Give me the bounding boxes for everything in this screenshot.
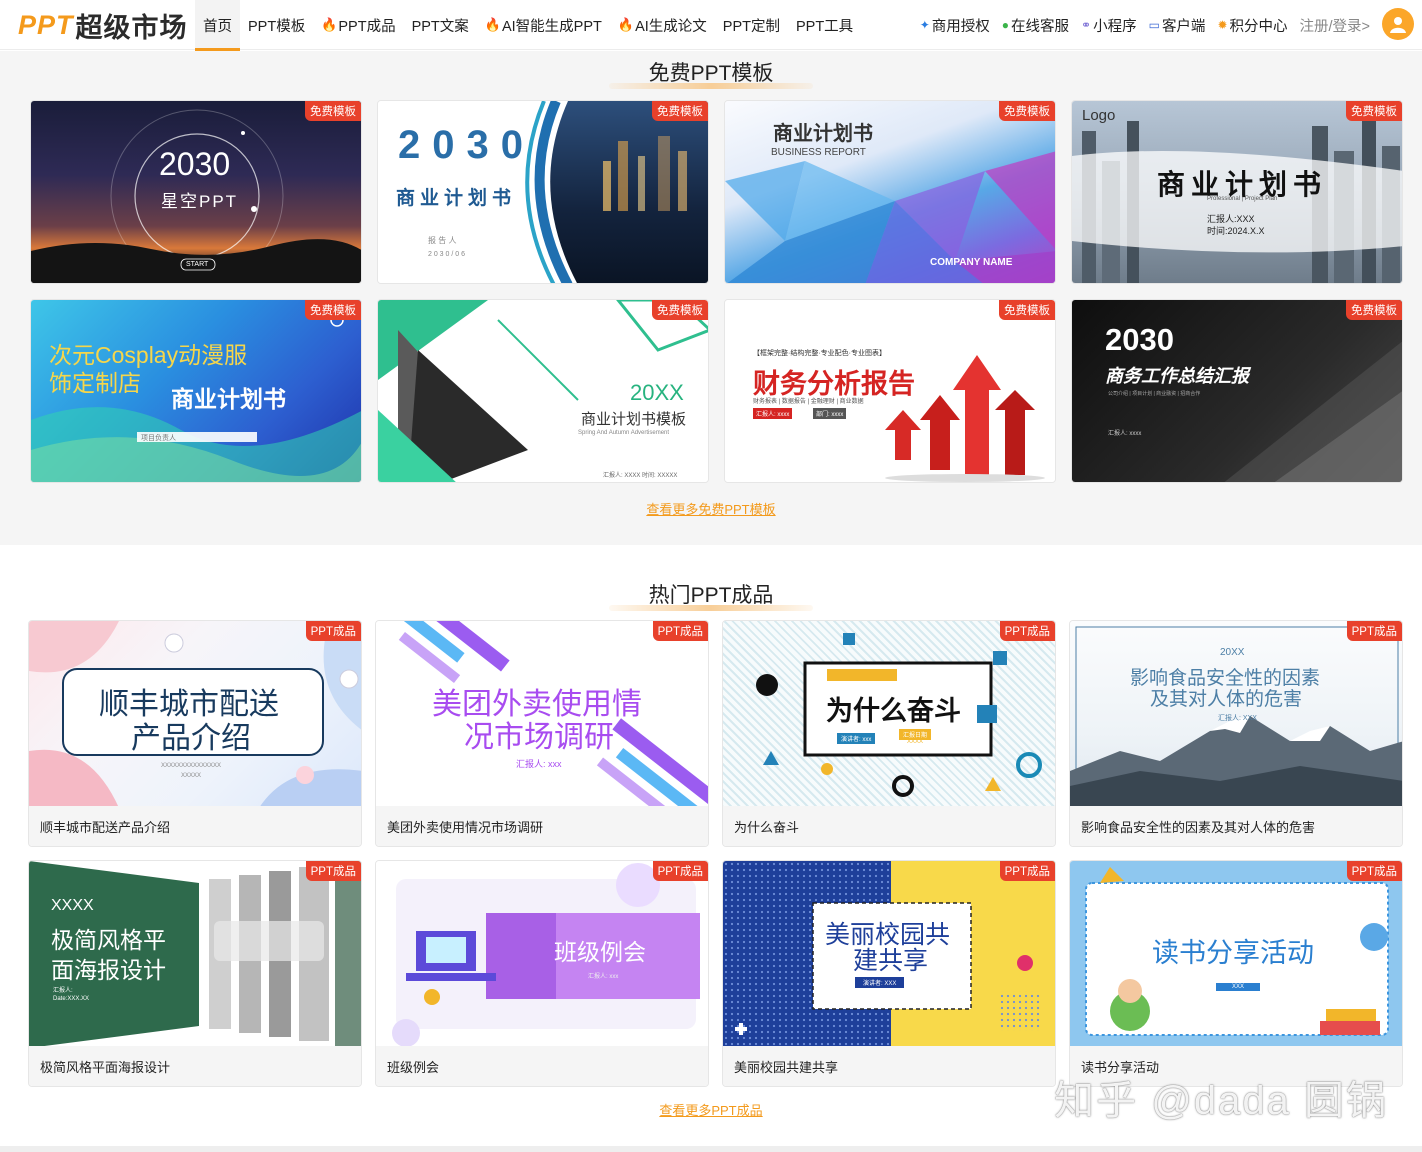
gear-icon: ✹ [1217,18,1228,32]
free-section-title: 免费PPT模板 [0,57,1422,89]
hot-section-title: 热门PPT成品 [0,579,1422,611]
free-badge: 免费模板 [999,300,1055,320]
product-thumbnail: 班级例会 汇报人: xxx [376,861,708,1048]
commercial-license-link[interactable]: ✦ 商用授权 [914,15,996,36]
product-thumbnail: XXXX 极简风格平 面海报设计 汇报人: Date:XXX.XX [29,861,361,1048]
product-badge: PPT成品 [305,621,361,641]
hot-products-section: 热门PPT成品 顺丰城市配送 产品介绍 XXXXXXXXXXXXXXX XXXX… [0,545,1422,1152]
product-thumbnail: 美丽校园共 建共享 演讲者: XXX [723,861,1055,1048]
product-thumbnail: 顺丰城市配送 产品介绍 XXXXXXXXXXXXXXX XXXXX [29,621,361,808]
top-header: PPT 超级市场 首页 PPT模板 🔥 PPT成品 PPT文案 🔥 AI智能生成PPT… [0,0,1422,51]
free-badge: 免费模板 [305,101,361,121]
mini-program-link[interactable]: ⚭ 小程序 [1075,15,1143,36]
desktop-icon: ▭ [1148,18,1160,32]
nav-item-ppt-tools[interactable]: PPT工具 [788,0,861,50]
fire-icon: 🔥 [321,17,338,32]
product-caption: 班级例会 [376,1046,708,1086]
template-thumbnail: 20XX 商业计划书模板 Spring And Autumn Advertise… [378,300,708,482]
bottom-divider [0,1146,1422,1152]
template-thumbnail: 2030 商务工作总结汇报 公司介绍 | 项目计划 | 商业融资 | 招商合作 … [1072,300,1402,482]
free-template-card[interactable]: 次元Cosplay动漫服 饰定制店 商业计划书 项目负责人 免费模板 [30,299,362,483]
online-service-link[interactable]: ● 在线客服 [996,15,1075,36]
free-badge: 免费模板 [999,101,1055,121]
product-thumbnail: 读书分享活动 XXX [1070,861,1402,1048]
product-thumbnail: 美团外卖使用情 况市场调研 汇报人: xxx [376,621,708,808]
template-thumbnail: 【框架完整·结构完整·专业配色·专业图表】 财务分析报告 财务报表 | 数据报告… [725,300,1055,482]
ppt-product-card[interactable]: 顺丰城市配送 产品介绍 XXXXXXXXXXXXXXX XXXXX PPT成品 … [28,620,362,847]
product-badge: PPT成品 [305,861,361,881]
product-caption: 影响食品安全性的因素及其对人体的危害 [1070,806,1402,846]
product-caption: 极简风格平面海报设计 [29,1046,361,1086]
miniprogram-icon: ⚭ [1081,18,1092,32]
ppt-product-card[interactable]: 为什么奋斗 演讲者: xxx 汇报日期 XXXX PPT成品 为什么奋斗 [722,620,1056,847]
product-badge: PPT成品 [999,861,1055,881]
template-thumbnail: 次元Cosplay动漫服 饰定制店 商业计划书 项目负责人 [31,300,361,482]
free-template-card[interactable]: 20XX 商业计划书模板 Spring And Autumn Advertise… [377,299,709,483]
product-caption: 美团外卖使用情况市场调研 [376,806,708,846]
free-template-card[interactable]: 【框架完整·结构完整·专业配色·专业图表】 财务分析报告 财务报表 | 数据报告… [724,299,1056,483]
nav-item-ppt-products[interactable]: 🔥 PPT成品 [313,0,403,50]
points-center-link[interactable]: ✹ 积分中心 [1211,15,1293,36]
ppt-product-card[interactable]: 20XX 影响食品安全性的因素 及其对人体的危害 汇报人: XXX PPT成品 … [1069,620,1403,847]
ppt-product-card[interactable]: 美丽校园共 建共享 演讲者: XXX PPT成品 美丽校园共建共享 [722,860,1056,1087]
product-badge: PPT成品 [652,861,708,881]
ppt-product-card[interactable]: XXXX 极简风格平 面海报设计 汇报人: Date:XXX.XX PPT成品 … [28,860,362,1087]
chat-icon: ● [1001,18,1010,32]
nav-item-ai-paper[interactable]: 🔥 AI生成论文 [610,0,715,50]
free-template-card[interactable]: 2030 商业计划书 报 告 人 2 0 3 0 / 0 6 免费模板 [377,100,709,284]
free-badge: 免费模板 [305,300,361,320]
free-template-card[interactable]: 2030 商务工作总结汇报 公司介绍 | 项目计划 | 商业融资 | 招商合作 … [1071,299,1403,483]
template-thumbnail: 商业计划书 BUSINESS REPORT COMPANY NAME [725,101,1055,283]
ppt-product-card[interactable]: 美团外卖使用情 况市场调研 汇报人: xxx PPT成品 美团外卖使用情况市场调… [375,620,709,847]
product-badge: PPT成品 [999,621,1055,641]
site-logo[interactable]: PPT 超级市场 [18,6,188,44]
nav-item-ppt-templates[interactable]: PPT模板 [240,0,313,50]
nav-item-home[interactable]: 首页 [195,0,240,51]
free-templates-section: 免费PPT模板 2030 星空PPT START 免费模板 2030 商业计划书… [0,51,1422,545]
more-free-templates-link[interactable]: 查看更多免费PPT模板 [0,499,1422,518]
ppt-product-card[interactable]: 班级例会 汇报人: xxx PPT成品 班级例会 [375,860,709,1087]
fire-icon: 🔥 [617,17,635,32]
template-thumbnail: 2030 星空PPT START [31,101,361,283]
nav-item-ppt-copywriting[interactable]: PPT文案 [404,0,477,50]
ppt-product-card[interactable]: 读书分享活动 XXX PPT成品 读书分享活动 [1069,860,1403,1087]
fire-icon: 🔥 [484,17,501,32]
nav-item-ai-ppt[interactable]: 🔥 AI智能生成PPT [477,0,610,50]
product-caption: 为什么奋斗 [723,806,1055,846]
client-link[interactable]: ▭ 客户端 [1143,15,1212,36]
user-avatar[interactable] [1382,8,1414,40]
free-template-card[interactable]: 商业计划书 BUSINESS REPORT COMPANY NAME 免费模板 [724,100,1056,284]
login-link[interactable]: 注册/登录> [1294,15,1377,36]
free-badge: 免费模板 [652,300,708,320]
product-thumbnail: 20XX 影响食品安全性的因素 及其对人体的危害 汇报人: XXX [1070,621,1402,808]
header-right-links: ✦ 商用授权 ● 在线客服 ⚭ 小程序 ▭ 客户端 ✹ 积分中心 注册/登录> [914,0,1376,50]
nav-item-ppt-custom[interactable]: PPT定制 [715,0,788,50]
free-template-card[interactable]: 2030 星空PPT START 免费模板 [30,100,362,284]
free-badge: 免费模板 [652,101,708,121]
shield-icon: ✦ [919,18,930,32]
product-caption: 顺丰城市配送产品介绍 [29,806,361,846]
product-badge: PPT成品 [652,621,708,641]
product-caption: 美丽校园共建共享 [723,1046,1055,1086]
product-badge: PPT成品 [1346,621,1402,641]
template-thumbnail: 2030 商业计划书 报 告 人 2 0 3 0 / 0 6 [378,101,708,283]
template-thumbnail: Logo 商业计划书 Professional | Project Plan 汇… [1072,101,1402,283]
user-icon [1390,17,1406,33]
product-badge: PPT成品 [1346,861,1402,881]
watermark-text: 知乎 @dada 圆锅 [1054,1079,1388,1123]
main-nav: 首页 PPT模板 🔥 PPT成品 PPT文案 🔥 AI智能生成PPT 🔥 AI生成论文… [195,0,861,51]
product-thumbnail: 为什么奋斗 演讲者: xxx 汇报日期 XXXX [723,621,1055,808]
free-template-card[interactable]: Logo 商业计划书 Professional | Project Plan 汇… [1071,100,1403,284]
free-badge: 免费模板 [1346,101,1402,121]
free-badge: 免费模板 [1346,300,1402,320]
